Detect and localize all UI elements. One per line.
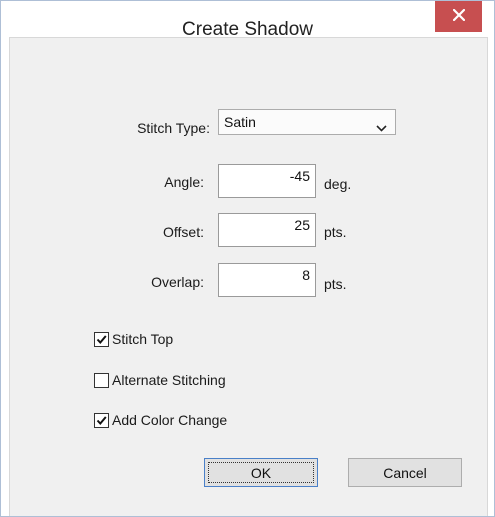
angle-label: Angle: [164,174,204,190]
stitch-type-value: Satin [224,114,256,130]
angle-unit: deg. [324,176,352,192]
cancel-button[interactable]: Cancel [348,458,462,487]
angle-value: -45 [289,168,310,184]
offset-label: Offset: [163,224,204,240]
close-icon [451,7,466,26]
overlap-value: 8 [302,267,310,283]
stitch-top-label: Stitch Top [112,331,174,347]
stitch-top-checkbox[interactable]: Stitch Top [94,330,173,348]
check-icon [96,334,107,344]
offset-unit: pts. [324,224,347,240]
checkbox-box[interactable] [94,372,109,388]
angle-input[interactable]: -45 [218,164,316,198]
stitch-type-label: Stitch Type: [137,120,210,136]
close-button[interactable] [435,1,482,32]
checkbox-box[interactable] [94,331,109,347]
focus-ring [208,462,314,483]
stitch-type-select[interactable]: Satin [218,109,396,135]
dialog-body: Stitch Type: Satin Angle: -45 deg. Offse… [9,37,488,516]
add-color-change-label: Add Color Change [112,412,228,428]
create-shadow-dialog: Create Shadow Stitch Type: Satin Angle: … [0,0,495,517]
add-color-change-checkbox[interactable]: Add Color Change [94,411,227,429]
alternate-stitching-label: Alternate Stitching [112,372,226,388]
overlap-label: Overlap: [151,274,204,290]
offset-value: 25 [294,217,310,233]
overlap-unit: pts. [324,276,347,292]
ok-button[interactable]: OK [204,458,318,487]
checkbox-box[interactable] [94,412,109,428]
alternate-stitching-checkbox[interactable]: Alternate Stitching [94,371,226,389]
chevron-down-icon [376,119,387,137]
cancel-button-label: Cancel [383,464,427,481]
offset-input[interactable]: 25 [218,213,316,247]
overlap-input[interactable]: 8 [218,263,316,297]
check-icon [96,415,107,425]
